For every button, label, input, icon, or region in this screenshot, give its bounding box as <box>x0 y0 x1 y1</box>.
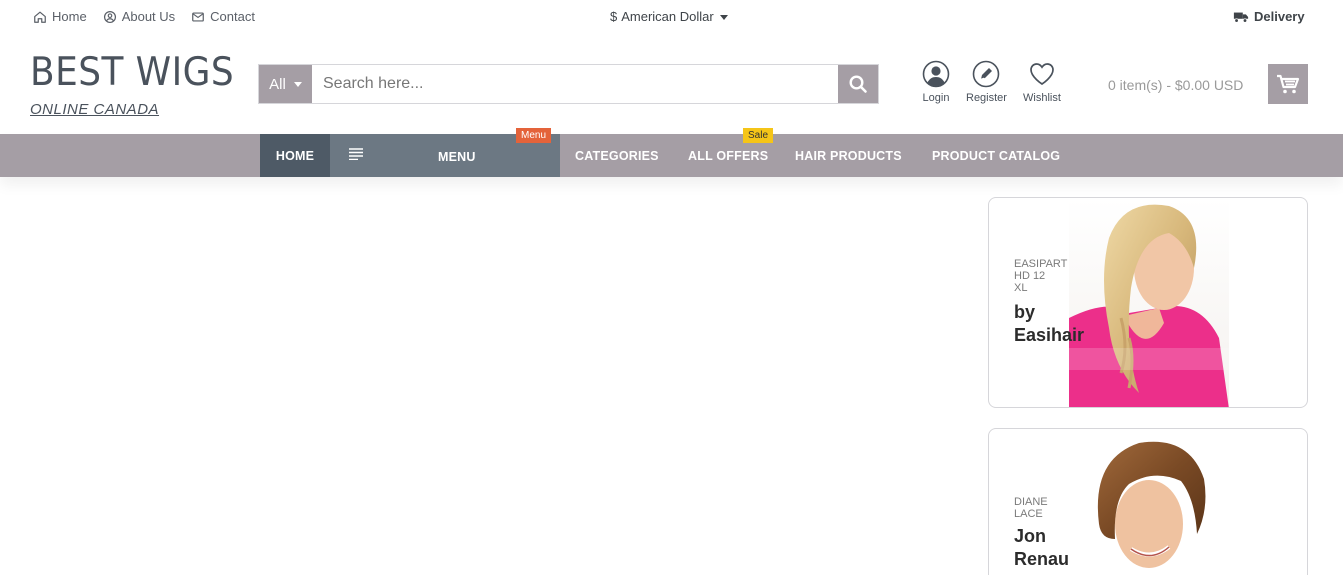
currency-symbol: $ <box>610 9 618 24</box>
search-bar: All <box>258 64 879 104</box>
card-product-line3: XL <box>1014 282 1028 294</box>
nav-all-offers-label: ALL OFFERS <box>688 148 769 163</box>
top-link-contact-label: Contact <box>210 9 255 24</box>
cart-summary[interactable]: 0 item(s) - $0.00 USD <box>1108 77 1243 93</box>
menu-badge: Menu <box>516 128 552 143</box>
search-button[interactable] <box>838 65 878 103</box>
nav-categories-label: CATEGORIES <box>575 148 659 163</box>
top-link-home-label: Home <box>52 9 87 24</box>
login-label: Login <box>922 92 950 104</box>
chevron-down-icon <box>293 82 302 87</box>
nav-hair-products[interactable]: HAIR PRODUCTS <box>795 134 902 177</box>
logo-title[interactable]: BEST WIGS <box>30 53 234 92</box>
main-nav: HOME MENU CATEGORIES ALL OFFERS HAIR PRO… <box>0 134 1343 177</box>
sale-badge: Sale <box>743 128 774 143</box>
register-button[interactable]: Register <box>966 60 1007 104</box>
cart-button[interactable] <box>1268 64 1308 104</box>
pencil-icon <box>973 60 1000 88</box>
wishlist-button[interactable]: Wishlist <box>1023 60 1061 104</box>
delivery-link[interactable]: Delivery <box>1233 9 1305 24</box>
user-icon <box>922 60 950 88</box>
truck-icon <box>1233 12 1249 23</box>
card-product-line2: LACE <box>1014 508 1043 520</box>
logo-subtitle[interactable]: ONLINE CANADA <box>30 101 159 118</box>
card-product-line1: EASIPART <box>1014 258 1068 270</box>
card-brand: Jon Renau <box>1014 525 1104 571</box>
product-card-easipart[interactable]: EASIPART HD 12 XL by Easihair <box>988 197 1308 408</box>
search-input[interactable] <box>312 65 838 103</box>
search-icon <box>849 75 867 93</box>
heart-icon <box>1030 63 1054 86</box>
nav-categories[interactable]: CATEGORIES <box>575 134 659 177</box>
top-bar: Home About Us Contact $ American Dollar … <box>0 0 1343 34</box>
product-card-diane[interactable]: DIANE LACE Jon Renau <box>988 428 1308 575</box>
card-brand-by: Jon <box>1014 526 1047 546</box>
home-icon <box>34 11 46 23</box>
nav-product-catalog-label: PRODUCT CATALOG <box>932 148 1061 163</box>
top-link-about-label: About Us <box>121 9 176 24</box>
nav-home-label: HOME <box>275 148 315 163</box>
currency-label: American Dollar <box>621 9 714 24</box>
list-icon <box>349 148 363 160</box>
card-brand: by Easihair <box>1014 301 1104 347</box>
card-brand-name: Easihair <box>1014 325 1085 345</box>
card-product-name: EASIPART HD 12 XL <box>1014 258 1084 294</box>
cart-icon <box>1277 74 1300 94</box>
nav-hair-products-label: HAIR PRODUCTS <box>795 148 902 163</box>
search-category-label: All <box>269 75 286 93</box>
nav-product-catalog[interactable]: PRODUCT CATALOG <box>932 134 1060 177</box>
top-link-about[interactable]: About Us <box>103 9 175 24</box>
search-category-dropdown[interactable]: All <box>259 65 312 103</box>
login-button[interactable]: Login <box>922 60 950 104</box>
card-product-line1: DIANE <box>1014 496 1048 508</box>
card-brand-name: Renau <box>1014 549 1070 569</box>
top-link-home[interactable]: Home <box>33 9 87 24</box>
card-product-line2: HD 12 <box>1014 270 1046 282</box>
chevron-down-icon <box>719 14 728 20</box>
wishlist-label: Wishlist <box>1023 92 1061 104</box>
top-link-contact[interactable]: Contact <box>191 9 255 24</box>
currency-selector[interactable]: $ American Dollar <box>610 9 728 24</box>
nav-home[interactable]: HOME <box>260 134 330 177</box>
header: BEST WIGS ONLINE CANADA All Login Regist… <box>0 34 1343 134</box>
register-label: Register <box>966 92 1007 104</box>
card-brand-by: by <box>1014 302 1036 322</box>
mail-icon <box>192 11 205 22</box>
user-circle-icon <box>103 10 116 23</box>
nav-menu-label: MENU <box>438 150 476 164</box>
top-links: Home About Us Contact <box>33 9 255 24</box>
card-product-name: DIANE LACE <box>1014 496 1084 520</box>
delivery-label: Delivery <box>1254 9 1305 24</box>
